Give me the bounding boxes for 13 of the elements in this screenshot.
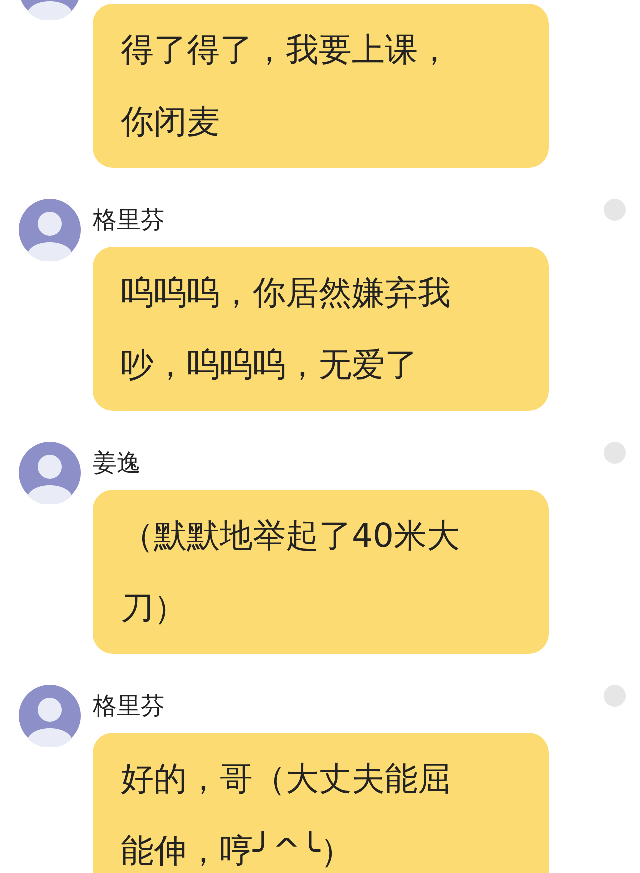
message-bubble: 呜呜呜，你居然嫌弃我 吵，呜呜呜，无爱了 <box>93 247 549 411</box>
avatar-icon[interactable] <box>19 442 81 504</box>
status-dot <box>604 199 626 221</box>
sender-name: 姜逸 <box>93 448 142 478</box>
avatar-icon[interactable] <box>19 199 81 261</box>
message-bubble: （默默地举起了40米大 刀） <box>93 490 549 654</box>
status-dot <box>604 685 626 707</box>
sender-name: 格里芬 <box>93 205 166 235</box>
message-bubble: 好的，哥（大丈夫能屈 能伸，哼╯^╰） <box>93 733 549 873</box>
message-bubble: 得了得了，我要上课， 你闭麦 <box>93 4 549 168</box>
sender-name: 格里芬 <box>93 691 166 721</box>
status-dot <box>604 442 626 464</box>
avatar-icon[interactable] <box>19 685 81 747</box>
